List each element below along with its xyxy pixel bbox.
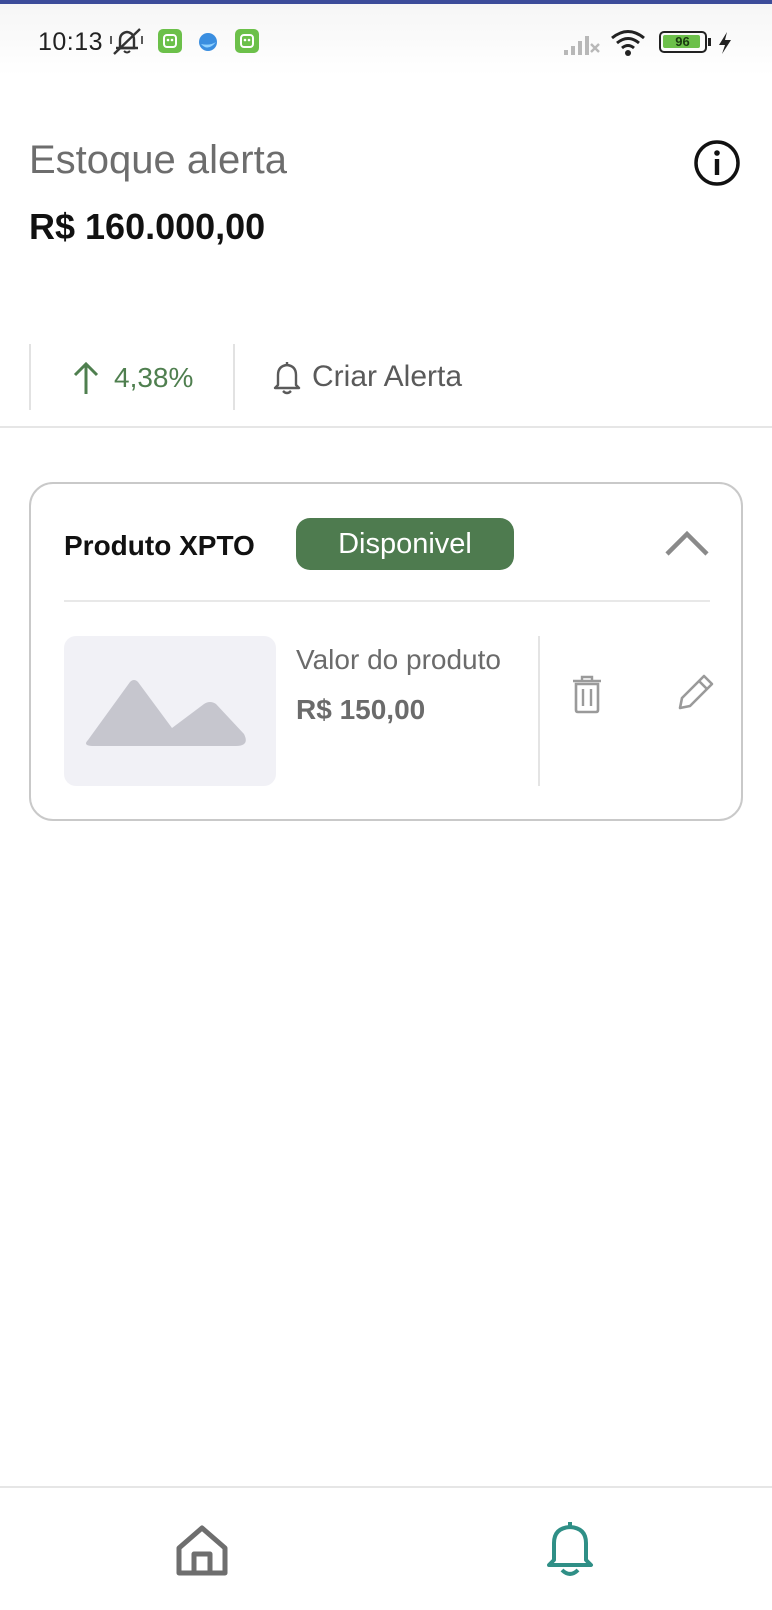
card-divider <box>64 600 710 602</box>
product-card: Produto XPTO Disponivel Valor do produto… <box>29 482 743 821</box>
info-icon[interactable] <box>693 139 741 187</box>
page-title: Estoque alerta <box>29 138 287 182</box>
wifi-icon <box>611 30 645 56</box>
status-time: 10:13 <box>38 28 104 56</box>
battery-icon: 96 <box>659 31 711 53</box>
battery-level: 96 <box>675 34 690 49</box>
stats-divider <box>29 344 31 410</box>
percentage-change: 4,38% <box>72 358 193 398</box>
bottom-navigation <box>0 1486 772 1610</box>
section-divider <box>0 426 772 428</box>
percentage-value: 4,38% <box>114 362 194 393</box>
status-badge: Disponivel <box>296 518 514 570</box>
bell-icon <box>273 362 301 395</box>
create-alert-button[interactable]: Criar Alerta <box>272 356 462 398</box>
charging-icon <box>719 32 731 54</box>
signal-icon <box>564 36 600 55</box>
app-notification-icon <box>158 29 182 53</box>
bell-icon[interactable] <box>544 1518 596 1578</box>
product-name: Produto XPTO <box>64 530 255 561</box>
product-image <box>64 636 276 786</box>
home-icon[interactable] <box>174 1522 230 1578</box>
muted-notification-icon <box>110 28 143 55</box>
chevron-up-icon[interactable] <box>663 526 711 558</box>
pencil-icon[interactable] <box>674 670 718 714</box>
status-bar: 10:13 96 <box>0 4 772 76</box>
browser-icon <box>199 33 217 51</box>
image-placeholder-icon <box>86 680 246 746</box>
app-notification-icon <box>235 29 259 53</box>
trash-icon[interactable] <box>570 674 604 714</box>
create-alert-label: Criar Alerta <box>312 360 463 393</box>
actions-divider <box>538 636 540 786</box>
product-value-label: Valor do produto <box>296 644 501 675</box>
arrow-up-icon <box>73 361 99 394</box>
total-stock-value: R$ 160.000,00 <box>29 206 266 247</box>
stats-row: 4,38% Criar Alerta <box>0 344 772 410</box>
product-value: R$ 150,00 <box>296 694 426 725</box>
stats-divider <box>233 344 235 410</box>
